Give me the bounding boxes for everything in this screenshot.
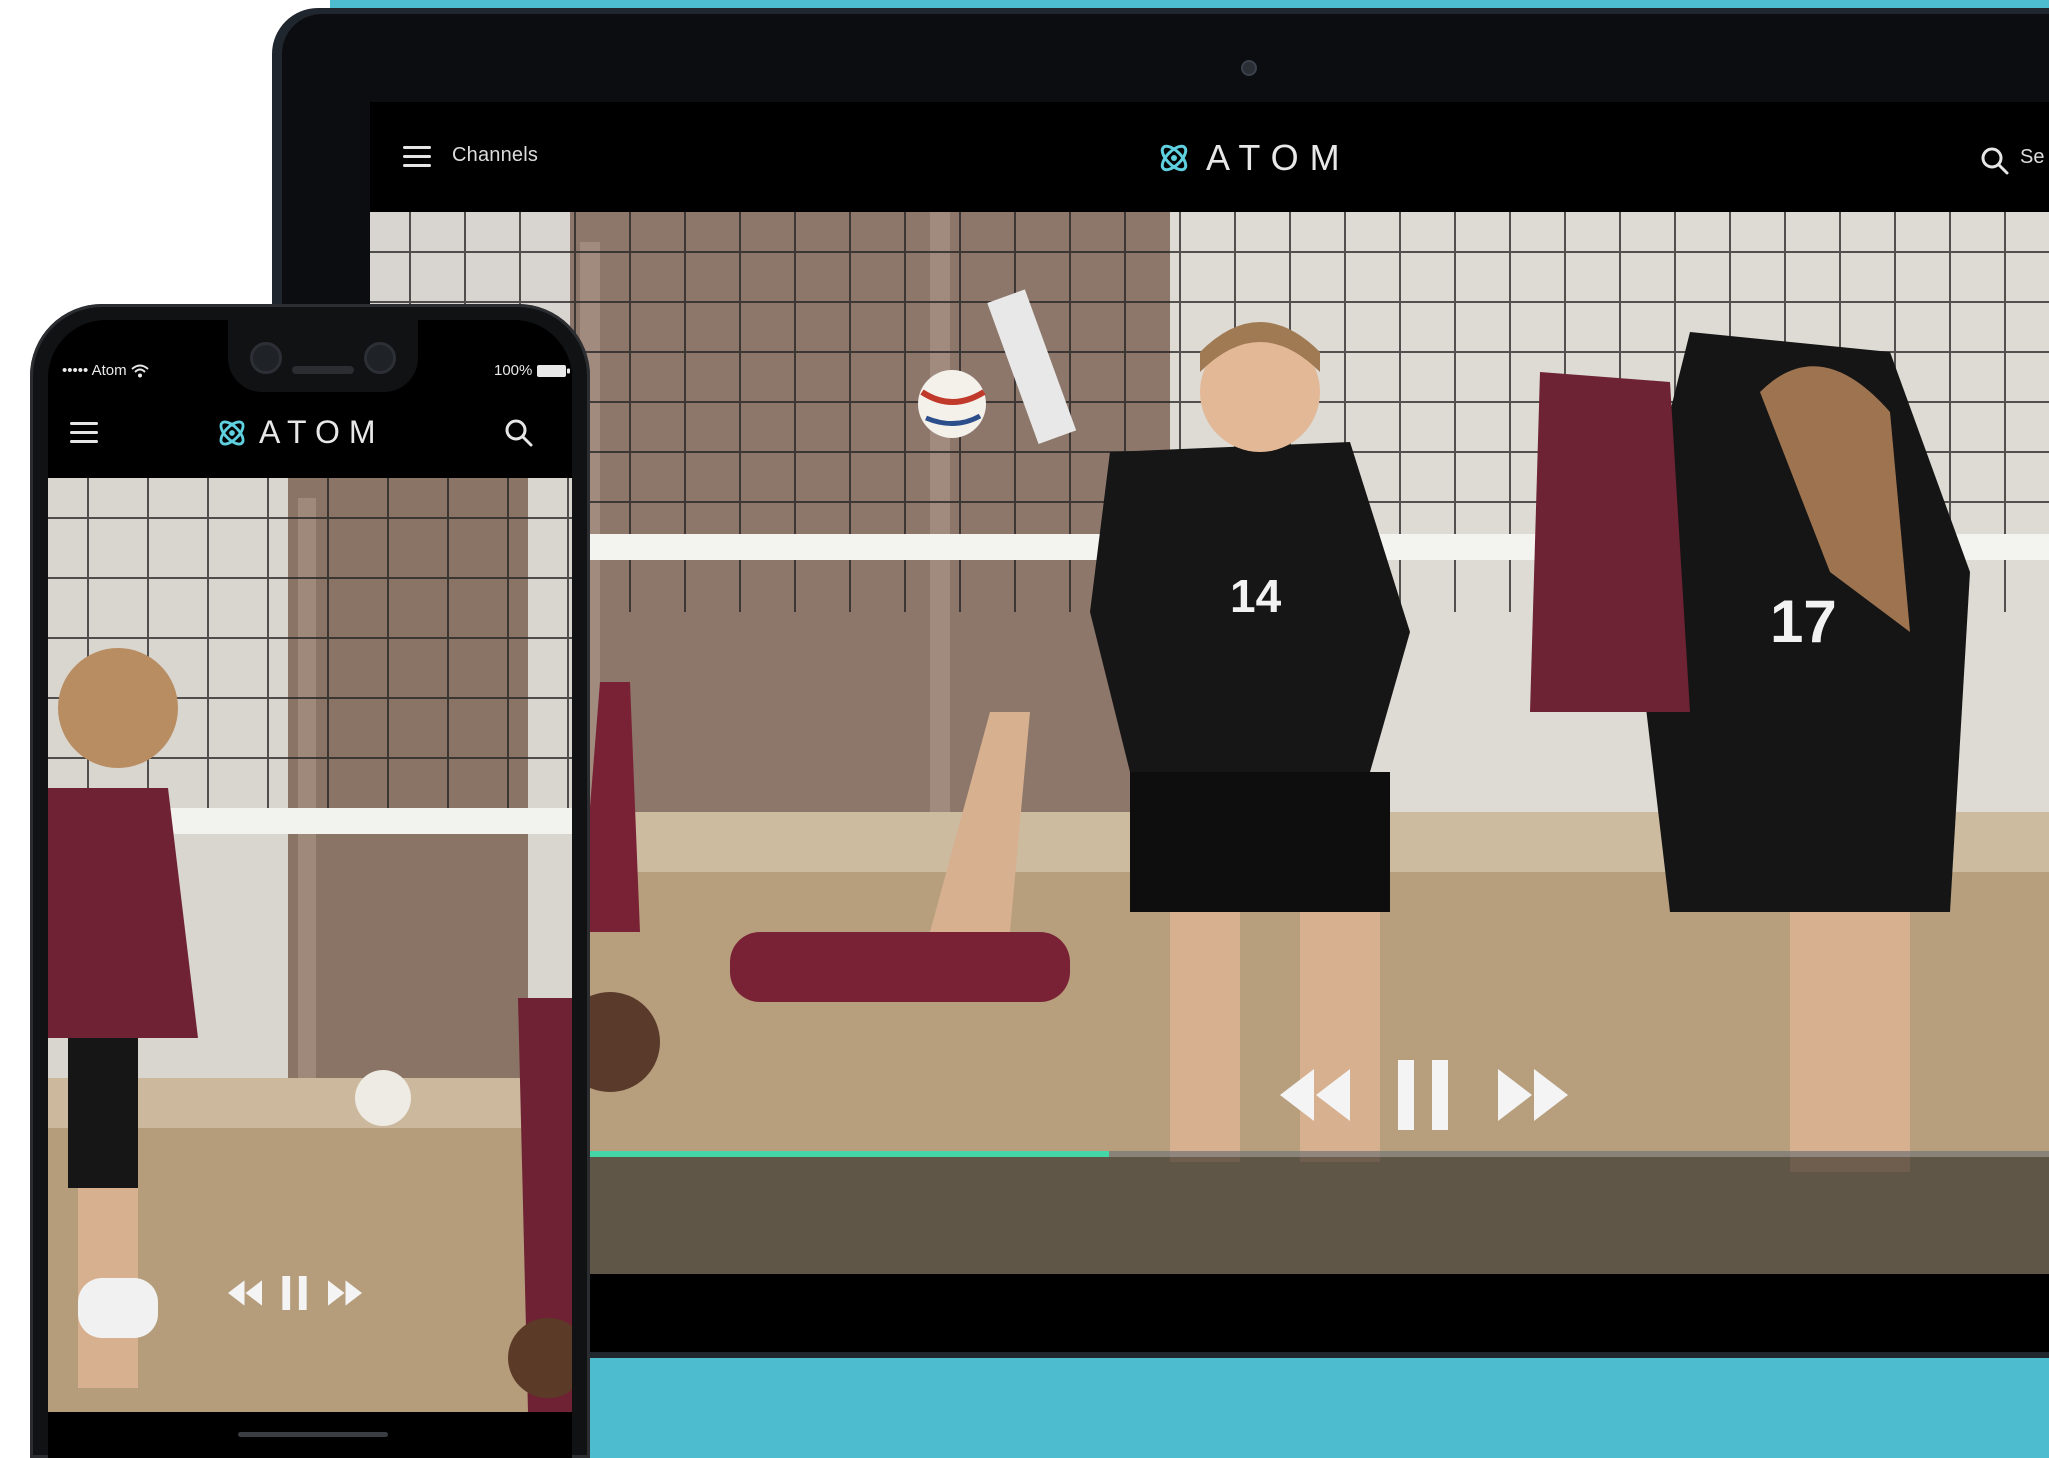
brand-wordmark: ATOM <box>259 414 385 450</box>
front-sensor <box>364 342 396 374</box>
atom-logo-icon <box>1160 144 1188 172</box>
battery-icon <box>536 365 570 378</box>
status-battery: 100% <box>494 362 571 379</box>
atom-logo-icon <box>219 420 245 445</box>
search-icon[interactable] <box>504 418 534 448</box>
home-indicator[interactable] <box>238 1432 388 1437</box>
menu-icon[interactable] <box>403 146 431 168</box>
fast-forward-icon[interactable] <box>328 1280 362 1306</box>
video-frame[interactable] <box>48 478 572 1412</box>
pause-icon[interactable] <box>1398 1060 1450 1130</box>
search-icon[interactable] <box>1980 146 2010 176</box>
fast-forward-icon[interactable] <box>1498 1069 1568 1121</box>
video-frame[interactable]: 14 17 <box>370 212 2049 1274</box>
front-camera <box>250 342 282 374</box>
pause-icon[interactable] <box>282 1276 308 1310</box>
phone-header: ATOM <box>48 392 572 478</box>
tablet-screen: Channels ATOM Se 14 17 <box>370 102 2049 1352</box>
tablet-camera <box>1241 60 1257 76</box>
tablet-bottom-bar <box>370 1274 2049 1352</box>
volleyball-scene <box>48 478 572 1412</box>
controls-shade <box>370 1157 2049 1274</box>
svg-text:14: 14 <box>1230 570 1282 622</box>
phone-screen: ••••• Atom 100% ATOM <box>48 320 572 1458</box>
svg-text:17: 17 <box>1770 588 1837 655</box>
progress-track[interactable] <box>370 1151 2049 1157</box>
channels-link[interactable]: Channels <box>452 144 538 167</box>
tablet-header: Channels ATOM Se <box>370 102 2049 212</box>
brand-wordmark: ATOM <box>1206 137 1351 178</box>
rewind-icon[interactable] <box>1280 1069 1350 1121</box>
earpiece-speaker <box>292 366 354 374</box>
search-label[interactable]: Se <box>2020 146 2044 169</box>
phone-device: ••••• Atom 100% ATOM <box>30 304 590 1458</box>
phone-notch <box>228 320 418 392</box>
menu-icon[interactable] <box>70 422 98 444</box>
playback-controls <box>228 1276 362 1310</box>
volleyball-scene: 14 17 <box>370 212 2049 1274</box>
wifi-icon <box>131 364 149 378</box>
rewind-icon[interactable] <box>228 1280 262 1306</box>
brand-logo[interactable]: ATOM <box>1156 137 1351 178</box>
brand-logo[interactable]: ATOM <box>215 414 384 451</box>
status-carrier: ••••• Atom <box>62 362 149 379</box>
playback-controls <box>1280 1060 1568 1130</box>
